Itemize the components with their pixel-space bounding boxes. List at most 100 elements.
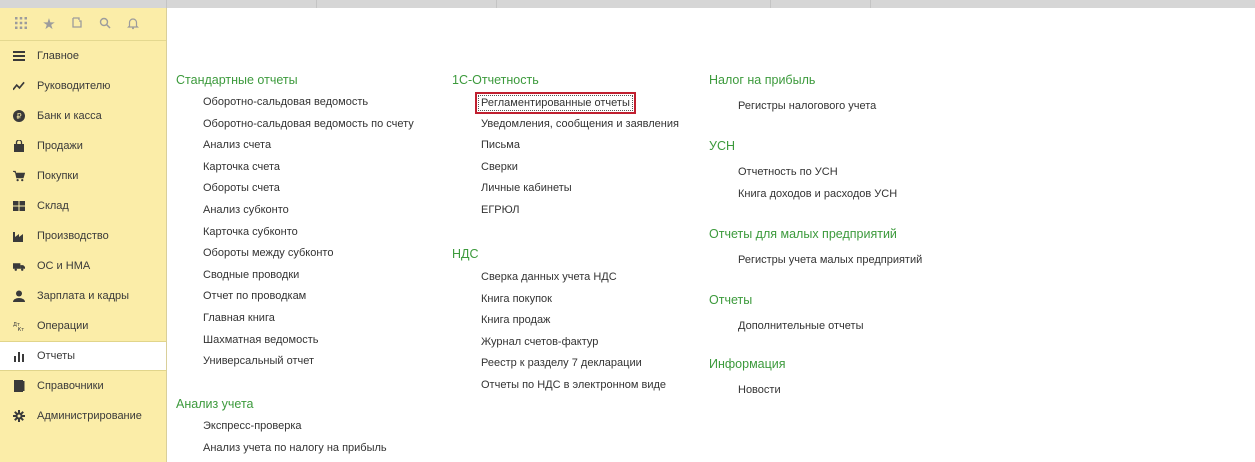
section-title: Стандартные отчеты [176, 73, 298, 87]
report-link[interactable]: Сверка данных учета НДС [481, 267, 702, 289]
section-title: Отчеты [709, 293, 753, 307]
search-icon[interactable] [98, 16, 112, 33]
section-title: Налог на прибыль [709, 73, 816, 87]
top-strip-segment [0, 0, 167, 8]
report-link[interactable]: Карточка счета [203, 157, 436, 179]
svg-text:₽: ₽ [16, 112, 21, 121]
report-link[interactable]: Отчет по проводкам [203, 286, 436, 308]
report-link[interactable]: Отчеты по НДС в электронном виде [481, 375, 702, 397]
sidebar-item-reports[interactable]: Отчеты [0, 341, 166, 371]
report-link[interactable]: Анализ учета по налогу на прибыль [203, 438, 436, 460]
person-icon [13, 290, 25, 302]
report-link[interactable]: Оборотно-сальдовая ведомость по счету [203, 114, 436, 136]
section-links: Новости [709, 380, 1009, 402]
section-links: Регламентированные отчеты Уведомления, с… [452, 92, 702, 222]
highlighted-link-wrapper: Регламентированные отчеты [475, 92, 702, 114]
sidebar-item-manager[interactable]: Руководителю [0, 71, 166, 101]
top-strip-segment [496, 0, 771, 8]
report-link[interactable]: Книга доходов и расходов УСН [738, 184, 1009, 206]
sidebar-item-warehouse[interactable]: Склад [0, 191, 166, 221]
sidebar-item-label: Справочники [37, 380, 104, 392]
report-link[interactable]: Книга продаж [481, 310, 702, 332]
sidebar-item-production[interactable]: Производство [0, 221, 166, 251]
section-links: Регистры налогового учета [709, 96, 1009, 118]
top-strip-segment [166, 0, 317, 8]
sidebar-item-sales[interactable]: Продажи [0, 131, 166, 161]
section-links: Сверка данных учета НДС Книга покупок Кн… [452, 267, 702, 397]
section-links: Отчетность по УСН Книга доходов и расход… [709, 162, 1009, 205]
section-links: Оборотно-сальдовая ведомость Оборотно-са… [176, 92, 436, 373]
report-link[interactable]: Шахматная ведомость [203, 330, 436, 352]
history-icon[interactable] [70, 16, 84, 33]
report-link[interactable]: Реестр к разделу 7 декларации [481, 353, 702, 375]
report-link[interactable]: ЕГРЮЛ [481, 200, 702, 222]
report-link[interactable]: Регистры налогового учета [738, 96, 1009, 118]
column-small-business: Отчеты для малых предприятий Регистры уч… [709, 224, 1009, 272]
gear-icon [13, 410, 25, 422]
report-link[interactable]: Карточка субконто [203, 222, 436, 244]
report-link[interactable]: Оборотно-сальдовая ведомость [203, 92, 436, 114]
sidebar-item-label: Руководителю [37, 80, 111, 92]
report-link[interactable]: Экспресс-проверка [203, 416, 436, 438]
column-profit-tax: Налог на прибыль Регистры налогового уче… [709, 70, 1009, 118]
report-link[interactable]: Сверки [481, 157, 702, 179]
column-1c-reporting: 1С-Отчетность Регламентированные отчеты … [452, 70, 702, 222]
regulated-reports-link[interactable]: Регламентированные отчеты [475, 92, 636, 114]
cart-icon [13, 170, 25, 182]
star-icon[interactable]: ★ [42, 17, 56, 32]
bell-icon[interactable] [126, 16, 140, 33]
sidebar-item-label: Склад [37, 200, 69, 212]
trend-icon [13, 80, 25, 92]
section-links: Экспресс-проверка Анализ учета по налогу… [176, 416, 436, 459]
report-link[interactable]: Новости [738, 380, 1009, 402]
sidebar-item-bank[interactable]: ₽ Банк и касса [0, 101, 166, 131]
report-link[interactable]: Обороты между субконто [203, 243, 436, 265]
report-link[interactable]: Анализ счета [203, 135, 436, 157]
report-link[interactable]: Регистры учета малых предприятий [738, 250, 1009, 272]
sidebar-item-label: Операции [37, 320, 89, 332]
book-icon [13, 380, 25, 392]
report-link[interactable]: Обороты счета [203, 178, 436, 200]
sidebar-item-label: ОС и НМА [37, 260, 91, 272]
apps-grid-icon[interactable] [14, 16, 28, 33]
sidebar-item-purchases[interactable]: Покупки [0, 161, 166, 191]
sidebar-item-label: Продажи [37, 140, 83, 152]
section-links: Регистры учета малых предприятий [709, 250, 1009, 272]
svg-text:Кт: Кт [18, 327, 25, 332]
column-usn: УСН Отчетность по УСН Книга доходов и ра… [709, 136, 1009, 205]
sidebar-item-directories[interactable]: Справочники [0, 371, 166, 401]
sidebar-item-label: Отчеты [37, 350, 76, 362]
section-title: 1С-Отчетность [452, 73, 539, 87]
report-link[interactable]: Письма [481, 135, 702, 157]
chart-icon [13, 350, 25, 362]
report-link[interactable]: Дополнительные отчеты [738, 316, 1009, 338]
report-link[interactable]: Книга покупок [481, 289, 702, 311]
sidebar-item-label: Производство [37, 230, 109, 242]
section-title: Отчеты для малых предприятий [709, 227, 897, 241]
truck-icon [13, 260, 25, 272]
top-strip-segment [770, 0, 871, 8]
report-link[interactable]: Уведомления, сообщения и заявления [481, 114, 702, 136]
section-title: Информация [709, 357, 786, 371]
report-link[interactable]: Сводные проводки [203, 265, 436, 287]
sidebar-item-salary[interactable]: Зарплата и кадры [0, 281, 166, 311]
sidebar: ★ Главное Руководителю ₽ Банк и касса Пр… [0, 8, 167, 462]
report-link[interactable]: Универсальный отчет [203, 351, 436, 373]
ruble-icon: ₽ [13, 110, 25, 122]
sidebar-item-operations[interactable]: Дт Кт Операции [0, 311, 166, 341]
column-reports: Отчеты Дополнительные отчеты [709, 290, 1009, 338]
column-accounting-analysis: Анализ учета Экспресс-проверка Анализ уч… [176, 394, 436, 459]
sidebar-toolbar: ★ [0, 8, 166, 41]
section-title: НДС [452, 247, 479, 261]
sidebar-item-label: Главное [37, 50, 80, 62]
report-link[interactable]: Главная книга [203, 308, 436, 330]
report-link[interactable]: Отчетность по УСН [738, 162, 1009, 184]
report-link[interactable]: Журнал счетов-фактур [481, 332, 702, 354]
sidebar-item-label: Покупки [37, 170, 79, 182]
sidebar-item-admin[interactable]: Администрирование [0, 401, 166, 431]
report-link[interactable]: Анализ субконто [203, 200, 436, 222]
column-standard-reports: Стандартные отчеты Оборотно-сальдовая ве… [176, 70, 436, 373]
report-link[interactable]: Личные кабинеты [481, 178, 702, 200]
sidebar-item-assets[interactable]: ОС и НМА [0, 251, 166, 281]
sidebar-item-main[interactable]: Главное [0, 41, 166, 71]
